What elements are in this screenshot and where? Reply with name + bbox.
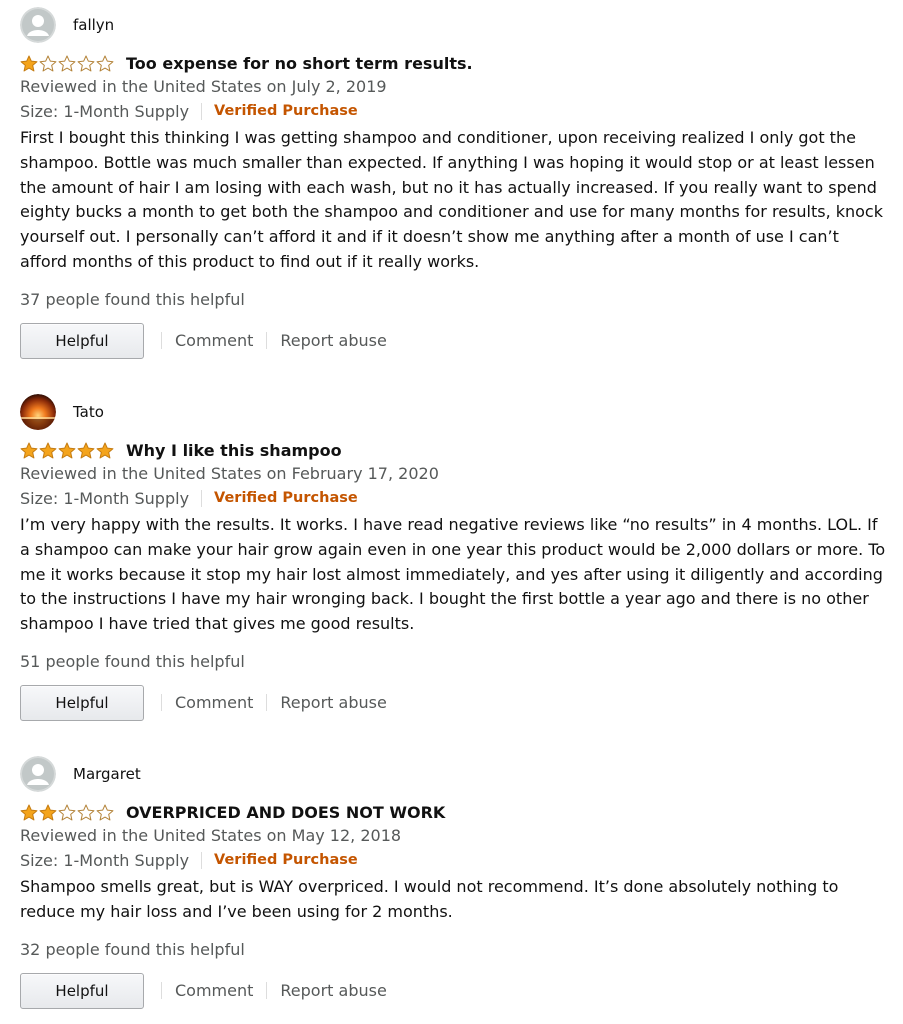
reviewer-profile[interactable]: Margaret bbox=[20, 754, 890, 794]
review-title[interactable]: Why I like this shampoo bbox=[126, 441, 342, 460]
helpful-button[interactable]: Helpful bbox=[20, 322, 144, 359]
divider bbox=[201, 852, 203, 869]
review-date: Reviewed in the United States on Februar… bbox=[20, 464, 439, 483]
review-body: I’m very happy with the results. It work… bbox=[20, 515, 886, 634]
star-filled-icon bbox=[39, 804, 57, 820]
star-empty-icon bbox=[96, 55, 114, 71]
star-empty-icon bbox=[96, 804, 114, 820]
star-empty-icon bbox=[77, 804, 95, 820]
divider bbox=[266, 332, 268, 350]
report-abuse-link[interactable]: Report abuse bbox=[280, 331, 386, 350]
divider bbox=[201, 490, 203, 507]
verified-purchase-badge[interactable]: Verified Purchase bbox=[214, 486, 358, 511]
helpful-count: 51 people found this helpful bbox=[20, 651, 245, 671]
comment-link[interactable]: Comment bbox=[175, 693, 253, 712]
verified-purchase-badge[interactable]: Verified Purchase bbox=[214, 848, 358, 873]
divider bbox=[161, 694, 162, 712]
review-body: Shampoo smells great, but is WAY overpri… bbox=[20, 877, 839, 921]
star-rating[interactable] bbox=[20, 442, 114, 459]
star-filled-icon bbox=[96, 442, 114, 458]
review-date: Reviewed in the United States on July 2,… bbox=[20, 77, 387, 96]
star-rating[interactable] bbox=[20, 804, 114, 821]
review-card: Margaret OVERPRICED AND DOES NOT WORK Re… bbox=[20, 754, 890, 1009]
divider bbox=[161, 982, 162, 1000]
reviewer-name[interactable]: Margaret bbox=[73, 765, 141, 783]
divider bbox=[266, 694, 268, 712]
star-filled-icon bbox=[20, 804, 38, 820]
comment-link[interactable]: Comment bbox=[175, 981, 253, 1000]
star-filled-icon bbox=[77, 442, 95, 458]
star-filled-icon bbox=[20, 55, 38, 71]
helpful-button[interactable]: Helpful bbox=[20, 684, 144, 721]
helpful-button[interactable]: Helpful bbox=[20, 972, 144, 1009]
star-filled-icon bbox=[20, 442, 38, 458]
helpful-count: 32 people found this helpful bbox=[20, 939, 245, 959]
star-empty-icon bbox=[77, 55, 95, 71]
product-size[interactable]: Size: 1-Month Supply bbox=[20, 486, 189, 511]
star-rating[interactable] bbox=[20, 55, 114, 72]
review-title[interactable]: OVERPRICED AND DOES NOT WORK bbox=[126, 803, 445, 822]
divider bbox=[161, 332, 162, 350]
reviewer-name[interactable]: fallyn bbox=[73, 16, 114, 34]
product-size[interactable]: Size: 1-Month Supply bbox=[20, 848, 189, 873]
star-filled-icon bbox=[39, 442, 57, 458]
star-empty-icon bbox=[58, 804, 76, 820]
star-filled-icon bbox=[58, 442, 76, 458]
verified-purchase-badge[interactable]: Verified Purchase bbox=[214, 99, 358, 124]
reviewer-name[interactable]: Tato bbox=[73, 403, 104, 421]
divider bbox=[201, 103, 203, 120]
default-avatar-icon bbox=[20, 756, 56, 792]
review-date: Reviewed in the United States on May 12,… bbox=[20, 826, 402, 845]
sunset-photo-avatar bbox=[20, 394, 56, 430]
review-card: fallyn Too expense for no short term res… bbox=[20, 5, 890, 359]
helpful-count: 37 people found this helpful bbox=[20, 289, 245, 309]
report-abuse-link[interactable]: Report abuse bbox=[280, 693, 386, 712]
reviewer-profile[interactable]: fallyn bbox=[20, 5, 890, 45]
product-size[interactable]: Size: 1-Month Supply bbox=[20, 99, 189, 124]
comment-link[interactable]: Comment bbox=[175, 331, 253, 350]
star-empty-icon bbox=[58, 55, 76, 71]
reviewer-profile[interactable]: Tato bbox=[20, 392, 890, 432]
star-empty-icon bbox=[39, 55, 57, 71]
divider bbox=[266, 982, 268, 1000]
report-abuse-link[interactable]: Report abuse bbox=[280, 981, 386, 1000]
review-body: First I bought this thinking I was getti… bbox=[20, 128, 883, 271]
default-avatar-icon bbox=[20, 7, 56, 43]
review-card: Tato Why I like this shampoo Reviewed in… bbox=[20, 392, 890, 721]
review-title[interactable]: Too expense for no short term results. bbox=[126, 54, 473, 73]
